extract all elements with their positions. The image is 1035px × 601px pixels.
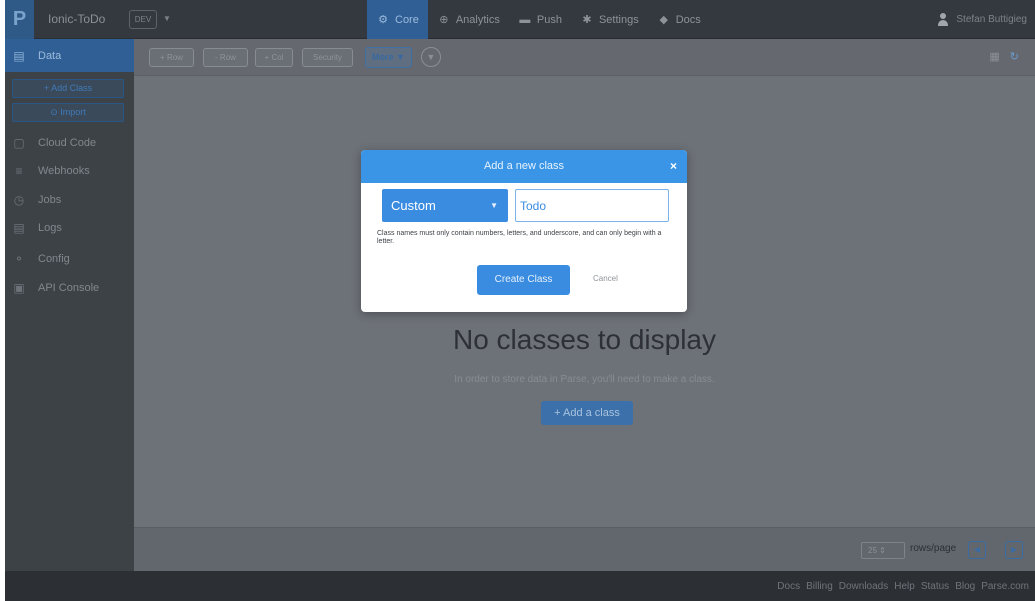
- core-icon: ⚙: [378, 13, 388, 26]
- more-button[interactable]: More ▼: [365, 47, 412, 68]
- sidebar-item-jobs[interactable]: ◷ Jobs: [5, 186, 134, 214]
- footer-links: Docs Billing Downloads Help Status Blog …: [777, 581, 1029, 592]
- sidebar-item-label: Config: [38, 253, 70, 265]
- chevron-down-icon: ▼: [490, 201, 498, 210]
- nav-label: Analytics: [455, 13, 500, 26]
- app-name[interactable]: Ionic-ToDo: [48, 12, 105, 26]
- user-menu[interactable]: Stefan Buttigieg: [938, 0, 1027, 39]
- sidebar-item-label: Cloud Code: [38, 137, 97, 149]
- class-type-value: Custom: [391, 198, 436, 213]
- sidebar-item-label: Logs: [38, 222, 62, 234]
- footer-link-billing[interactable]: Billing: [806, 581, 833, 592]
- remove-row-button[interactable]: - Row: [203, 48, 248, 67]
- api-console-icon: ▣: [13, 281, 25, 295]
- add-column-button[interactable]: + Col: [255, 48, 293, 67]
- sidebar-item-label: API Console: [38, 282, 100, 294]
- sidebar-item-webhooks[interactable]: ≡ Webhooks: [5, 157, 134, 185]
- nav-label: Docs: [675, 13, 701, 26]
- app-frame: P Ionic-ToDo DEV ▼ ⚙ Core ⊕ Analytics ▬ …: [5, 0, 1035, 601]
- settings-icon: ✱: [582, 13, 592, 26]
- sidebar-item-config[interactable]: ⚬ Config: [5, 245, 134, 273]
- config-icon: ⚬: [13, 252, 25, 266]
- sidebar-item-data[interactable]: ▤ Data: [5, 39, 134, 72]
- class-type-select[interactable]: Custom ▼: [382, 189, 508, 222]
- footer-link-docs[interactable]: Docs: [777, 581, 800, 592]
- top-bar: P Ionic-ToDo DEV ▼ ⚙ Core ⊕ Analytics ▬ …: [5, 0, 1035, 39]
- close-icon[interactable]: ×: [670, 150, 677, 183]
- previous-page-button[interactable]: ◀: [968, 541, 986, 559]
- nav-push[interactable]: ▬ Push: [509, 0, 571, 39]
- rows-per-page-label: rows/page: [910, 543, 957, 554]
- sidebar-item-cloud-code[interactable]: ▢ Cloud Code: [5, 129, 134, 157]
- class-name-input[interactable]: [515, 189, 669, 222]
- empty-state-title: No classes to display: [452, 324, 716, 355]
- dialog-title: Add a new class: [483, 160, 565, 172]
- footer-link-help[interactable]: Help: [894, 581, 915, 592]
- grid-icon[interactable]: ▦: [989, 50, 999, 63]
- sidebar-item-logs[interactable]: ▤ Logs: [5, 214, 134, 242]
- env-select[interactable]: DEV ▼: [129, 10, 173, 29]
- footer: Docs Billing Downloads Help Status Blog …: [5, 571, 1035, 601]
- jobs-icon: ◷: [13, 193, 25, 207]
- nav-core[interactable]: ⚙ Core: [367, 0, 428, 39]
- nav-label: Settings: [598, 13, 639, 26]
- rows-per-page-select[interactable]: 25 ⇕: [861, 542, 905, 559]
- add-a-class-button[interactable]: + Add a class: [541, 401, 633, 425]
- logs-icon: ▤: [13, 221, 25, 235]
- footer-link-blog[interactable]: Blog: [955, 581, 975, 592]
- footer-link-parse[interactable]: Parse.com: [981, 581, 1029, 592]
- next-page-button[interactable]: ▶: [1005, 541, 1023, 559]
- nav-label: Push: [536, 13, 562, 26]
- add-class-sidebar-button[interactable]: + Add Class: [12, 79, 124, 98]
- user-icon: [938, 13, 949, 26]
- docs-icon: ◆: [659, 13, 668, 26]
- cloud-code-icon: ▢: [13, 136, 25, 150]
- user-name: Stefan Buttigieg: [956, 14, 1027, 25]
- import-button[interactable]: ⊙ Import: [12, 103, 124, 122]
- filter-icon[interactable]: ▼: [421, 47, 441, 67]
- parse-logo-icon[interactable]: P: [5, 0, 34, 39]
- data-icon: ▤: [13, 48, 25, 63]
- refresh-icon[interactable]: ↻: [1010, 50, 1019, 63]
- rows-value: 25: [868, 546, 877, 555]
- nav-settings[interactable]: ✱ Settings: [571, 0, 648, 39]
- create-class-button[interactable]: Create Class: [477, 265, 570, 295]
- analytics-icon: ⊕: [439, 13, 449, 26]
- sidebar-item-label: Jobs: [38, 194, 62, 206]
- sidebar-item-label: Data: [38, 49, 62, 62]
- add-class-dialog: Add a new class × Custom ▼ Class names m…: [361, 150, 687, 312]
- cancel-button[interactable]: Cancel: [593, 274, 618, 283]
- toolbar-right: ▦ ↻: [989, 50, 1019, 63]
- footer-link-downloads[interactable]: Downloads: [839, 581, 888, 592]
- dialog-header: Add a new class ×: [361, 150, 687, 183]
- webhooks-icon: ≡: [15, 164, 23, 178]
- sidebar-item-api-console[interactable]: ▣ API Console: [5, 274, 134, 302]
- nav-label: Core: [395, 13, 419, 26]
- sidebar: ▤ Data + Add Class ⊙ Import ▢ Cloud Code…: [5, 39, 134, 571]
- footer-link-status[interactable]: Status: [921, 581, 949, 592]
- env-badge: DEV: [129, 10, 157, 29]
- pager-bar: 25 ⇕ rows/page ◀ ▶: [134, 527, 1035, 571]
- nav-analytics[interactable]: ⊕ Analytics: [428, 0, 509, 39]
- data-toolbar: + Row - Row + Col Security More ▼ ▼ ▦ ↻: [134, 39, 1035, 76]
- sidebar-item-label: Webhooks: [38, 165, 90, 177]
- nav-docs[interactable]: ◆ Docs: [648, 0, 710, 39]
- empty-state-subtitle: In order to store data in Parse, you'll …: [454, 374, 715, 385]
- security-button[interactable]: Security: [302, 48, 353, 67]
- add-row-button[interactable]: + Row: [149, 48, 194, 67]
- chevron-down-icon: ▼: [163, 14, 171, 23]
- top-nav: ⚙ Core ⊕ Analytics ▬ Push ✱ Settings ◆ D…: [367, 0, 710, 39]
- class-name-hint: Class names must only contain numbers, l…: [377, 230, 662, 245]
- push-icon: ▬: [519, 13, 531, 26]
